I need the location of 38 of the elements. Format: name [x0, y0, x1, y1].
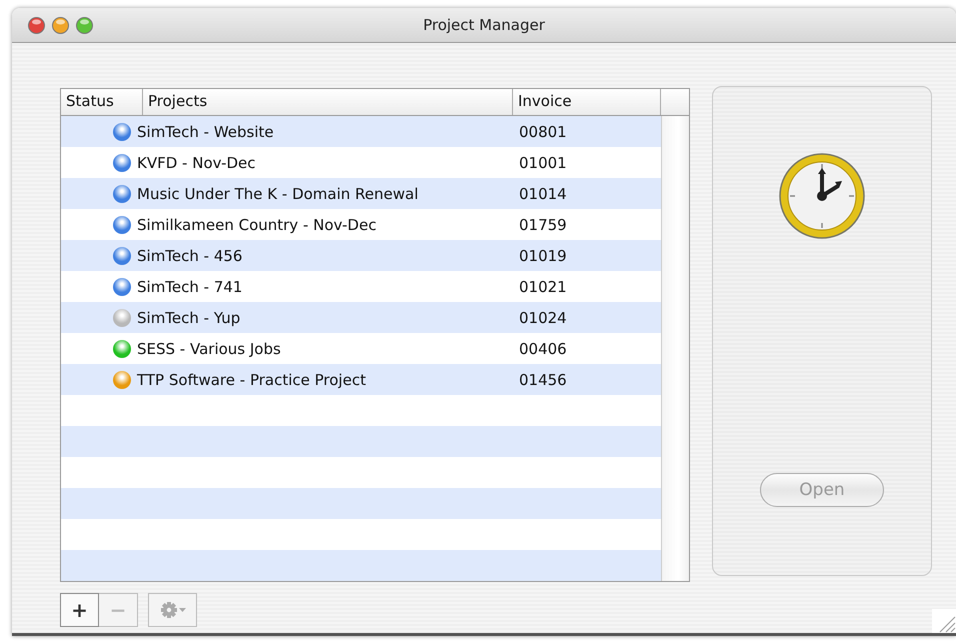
add-button[interactable]: + — [60, 593, 99, 627]
invoice-number: 01024 — [518, 308, 568, 326]
project-name: KVFD - Nov-Dec — [136, 154, 257, 172]
table-row[interactable]: TTP Software - Practice Project 01456 — [61, 364, 661, 395]
table-row[interactable]: SimTech - 741 01021 — [61, 271, 661, 302]
project-name: SimTech - 741 — [136, 278, 244, 296]
table-row[interactable]: SimTech - 456 01019 — [61, 240, 661, 271]
column-header[interactable]: Status — [61, 89, 143, 115]
project-name: SimTech - Yup — [136, 308, 242, 326]
project-name: Similkameen Country - Nov-Dec — [136, 216, 378, 234]
window-title: Project Manager — [423, 16, 545, 34]
table-row[interactable]: SESS - Various Jobs 00406 — [61, 333, 661, 364]
column-header[interactable]: Projects — [143, 89, 513, 115]
invoice-number: 01019 — [518, 246, 568, 264]
scrollbar-track[interactable] — [661, 116, 689, 581]
table-row[interactable]: Music Under The K - Domain Renewal 01014 — [61, 178, 661, 209]
project-name: SimTech - 456 — [136, 246, 244, 264]
invoice-number: 00801 — [518, 122, 568, 140]
invoice-number: 00406 — [518, 340, 568, 358]
window-control-icon[interactable] — [52, 16, 69, 34]
project-name: Music Under The K - Domain Renewal — [136, 184, 420, 202]
table-row[interactable]: Similkameen Country - Nov-Dec 01759 — [61, 209, 661, 240]
column-header[interactable]: Invoice — [513, 89, 661, 115]
clock-icon — [778, 152, 866, 240]
invoice-number: 01021 — [518, 278, 568, 296]
table-row[interactable]: KVFD - Nov-Dec 01001 — [61, 147, 661, 178]
window-control-icon[interactable] — [28, 16, 45, 34]
table-row[interactable]: SimTech - Yup 01024 — [61, 302, 661, 333]
invoice-number: 01759 — [518, 216, 568, 234]
invoice-number: 01456 — [518, 370, 568, 388]
resize-grip-icon[interactable] — [932, 609, 956, 633]
project-name: TTP Software - Practice Project — [136, 370, 367, 388]
invoice-number: 01001 — [518, 154, 568, 172]
project-name: SESS - Various Jobs — [136, 340, 282, 358]
invoice-number: 01014 — [518, 184, 568, 202]
window-control-icon[interactable] — [76, 16, 93, 34]
table-row[interactable]: SimTech - Website 00801 — [61, 116, 661, 147]
project-name: SimTech - Website — [136, 122, 275, 140]
